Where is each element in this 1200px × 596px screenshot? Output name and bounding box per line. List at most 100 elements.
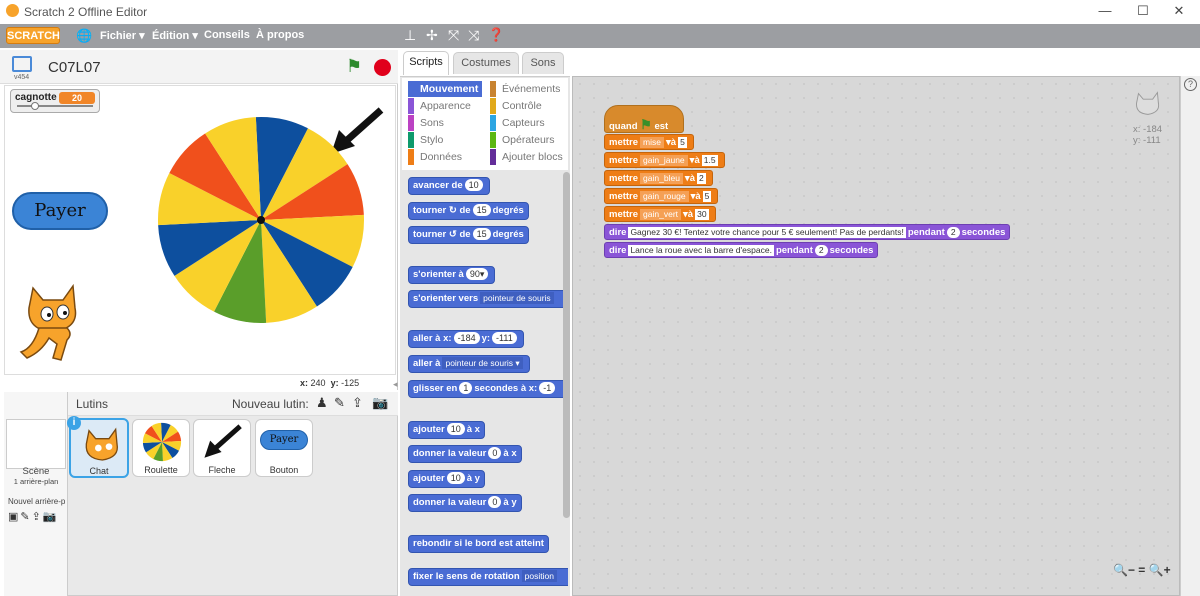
stamp-icon[interactable]: ⊥: [404, 27, 416, 44]
scene-thumbnail[interactable]: [6, 419, 66, 469]
tab-costumes[interactable]: Costumes: [453, 52, 519, 74]
var-dropdown[interactable]: gain_jaune: [640, 155, 688, 166]
say-for-block[interactable]: dire Lance la roue avec la barre d'espace…: [604, 242, 879, 258]
zoom-in-icon[interactable]: 🔍+: [1149, 563, 1171, 577]
variable-monitor[interactable]: cagnotte 20: [10, 89, 100, 113]
block-move[interactable]: avancer de 10: [408, 177, 490, 195]
var-dropdown[interactable]: gain_bleu: [640, 173, 683, 184]
block-glide[interactable]: glisser en 1 secondes à x: -1: [408, 380, 568, 398]
set-var-block[interactable]: mettre gain_jaune ▾à 1.5: [604, 152, 725, 168]
paint-sprite-icon[interactable]: ✎: [334, 395, 345, 411]
sprite-item-fleche[interactable]: Fleche: [193, 419, 251, 477]
block-input[interactable]: 15: [472, 204, 491, 216]
tab-sounds[interactable]: Sons: [522, 52, 564, 74]
block-dropdown[interactable]: pointeur de souris: [480, 292, 554, 304]
library-sprite-icon[interactable]: ♟: [316, 395, 328, 411]
set-var-block[interactable]: mettre gain_rouge ▾à 5: [604, 188, 719, 204]
block-set-y[interactable]: donner la valeur 0 à y: [408, 494, 522, 512]
hat-block-flag[interactable]: quand ⚑ est cliqué: [604, 105, 684, 144]
block-set-x[interactable]: donner la valeur 0 à x: [408, 445, 522, 463]
block-turn-right[interactable]: tourner ↻ de 15 degrés: [408, 202, 529, 220]
menu-tips[interactable]: Conseils: [204, 29, 250, 41]
cut-icon[interactable]: ✢: [426, 27, 438, 44]
green-flag-icon[interactable]: ⚑: [346, 56, 362, 77]
sprite-item-roulette[interactable]: Roulette: [132, 419, 190, 477]
sprite-item-bouton[interactable]: Payer Bouton: [255, 419, 313, 477]
help-icon[interactable]: ?: [1184, 78, 1197, 91]
value-input[interactable]: 5: [678, 137, 687, 148]
fullscreen-icon[interactable]: [12, 56, 32, 72]
category-looks[interactable]: Apparence: [408, 98, 482, 114]
minimize-button[interactable]: —: [1090, 3, 1120, 18]
grow-icon[interactable]: ⤧: [448, 27, 459, 44]
block-input[interactable]: -111: [492, 332, 517, 344]
cat-sprite[interactable]: [13, 278, 89, 362]
say-for-block[interactable]: dire Gagnez 30 €! Tentez votre chance pou…: [604, 224, 1011, 240]
category-motion[interactable]: Mouvement: [408, 81, 482, 97]
category-operators[interactable]: Opérateurs: [490, 132, 568, 148]
seconds-input[interactable]: 2: [814, 245, 828, 256]
value-input[interactable]: 5: [702, 191, 712, 202]
block-input[interactable]: 10: [446, 472, 465, 484]
zoom-out-icon[interactable]: 🔍−: [1113, 563, 1135, 577]
collapse-stage-icon[interactable]: ◂: [393, 379, 398, 390]
block-input[interactable]: 15: [472, 228, 491, 240]
block-goto[interactable]: aller à pointeur de souris ▾: [408, 355, 530, 373]
block-input[interactable]: 10: [464, 179, 483, 191]
variable-slider-track[interactable]: [17, 105, 93, 107]
category-sensing[interactable]: Capteurs: [490, 115, 568, 131]
block-turn-left[interactable]: tourner ↺ de 15 degrés: [408, 226, 529, 244]
menu-edit[interactable]: Édition ▾: [152, 29, 198, 42]
block-change-x[interactable]: ajouter 10 à x: [408, 421, 485, 439]
wheel-sprite[interactable]: [155, 114, 367, 326]
category-control[interactable]: Contrôle: [490, 98, 568, 114]
globe-icon[interactable]: 🌐: [76, 28, 92, 44]
block-bounce[interactable]: rebondir si le bord est atteint: [408, 535, 549, 553]
value-input[interactable]: 2: [697, 173, 706, 184]
help-icon[interactable]: ❓: [488, 27, 504, 43]
maximize-button[interactable]: ☐: [1128, 3, 1158, 19]
scripts-area[interactable]: quand ⚑ est cliqué mettremise▾à5 mettreg…: [572, 76, 1180, 596]
message-input[interactable]: Lance la roue avec la barre d'espace.: [628, 245, 774, 256]
shrink-icon[interactable]: ⤨: [468, 27, 479, 44]
block-dropdown[interactable]: position: [521, 570, 557, 582]
set-var-block[interactable]: mettre gain_vert ▾à 30: [604, 206, 716, 222]
category-pen[interactable]: Stylo: [408, 132, 482, 148]
value-input[interactable]: 1.5: [701, 155, 718, 166]
stop-icon[interactable]: [374, 59, 391, 76]
palette-scrollbar[interactable]: [563, 172, 570, 518]
block-dropdown[interactable]: 90▾: [465, 268, 489, 280]
value-input[interactable]: 30: [695, 209, 709, 220]
block-rotation-style[interactable]: fixer le sens de rotation position: [408, 568, 568, 586]
category-more-blocks[interactable]: Ajouter blocs: [490, 149, 568, 165]
set-var-block[interactable]: mettre mise ▾à 5: [604, 134, 694, 150]
block-input[interactable]: 10: [446, 423, 465, 435]
block-input[interactable]: 0: [488, 496, 502, 508]
close-button[interactable]: ✕: [1164, 3, 1194, 19]
block-point-towards[interactable]: s'orienter vers pointeur de souris: [408, 290, 568, 308]
tab-scripts[interactable]: Scripts: [403, 51, 449, 75]
category-events[interactable]: Événements: [490, 81, 568, 97]
block-goto-xy[interactable]: aller à x: -184 y: -111: [408, 330, 524, 348]
category-sound[interactable]: Sons: [408, 115, 482, 131]
set-var-block[interactable]: mettre gain_bleu ▾à 2: [604, 170, 713, 186]
block-dropdown[interactable]: pointeur de souris ▾: [442, 357, 523, 369]
menu-about[interactable]: À propos: [256, 29, 304, 41]
block-point-direction[interactable]: s'orienter à 90▾: [408, 266, 496, 284]
sprite-item-chat[interactable]: i Chat: [67, 416, 129, 478]
var-dropdown[interactable]: gain_rouge: [640, 191, 689, 202]
var-dropdown[interactable]: mise: [640, 137, 664, 148]
message-input[interactable]: Gagnez 30 €! Tentez votre chance pour 5 …: [628, 227, 906, 238]
project-name[interactable]: C07L07: [48, 59, 101, 76]
upload-sprite-icon[interactable]: ⇪: [352, 395, 363, 411]
block-change-y[interactable]: ajouter 10 à y: [408, 470, 485, 488]
block-input[interactable]: -1: [539, 382, 556, 394]
seconds-input[interactable]: 2: [946, 227, 960, 238]
var-dropdown[interactable]: gain_vert: [640, 209, 682, 220]
stage-canvas[interactable]: [4, 85, 396, 375]
menu-file[interactable]: Fichier ▾: [100, 29, 145, 42]
pay-sprite-button[interactable]: Payer: [12, 192, 108, 230]
scratch-logo[interactable]: SCRATCH: [6, 27, 60, 44]
new-backdrop-icons[interactable]: ▣✎⇪📷: [8, 510, 59, 523]
block-input[interactable]: -184: [453, 332, 480, 344]
